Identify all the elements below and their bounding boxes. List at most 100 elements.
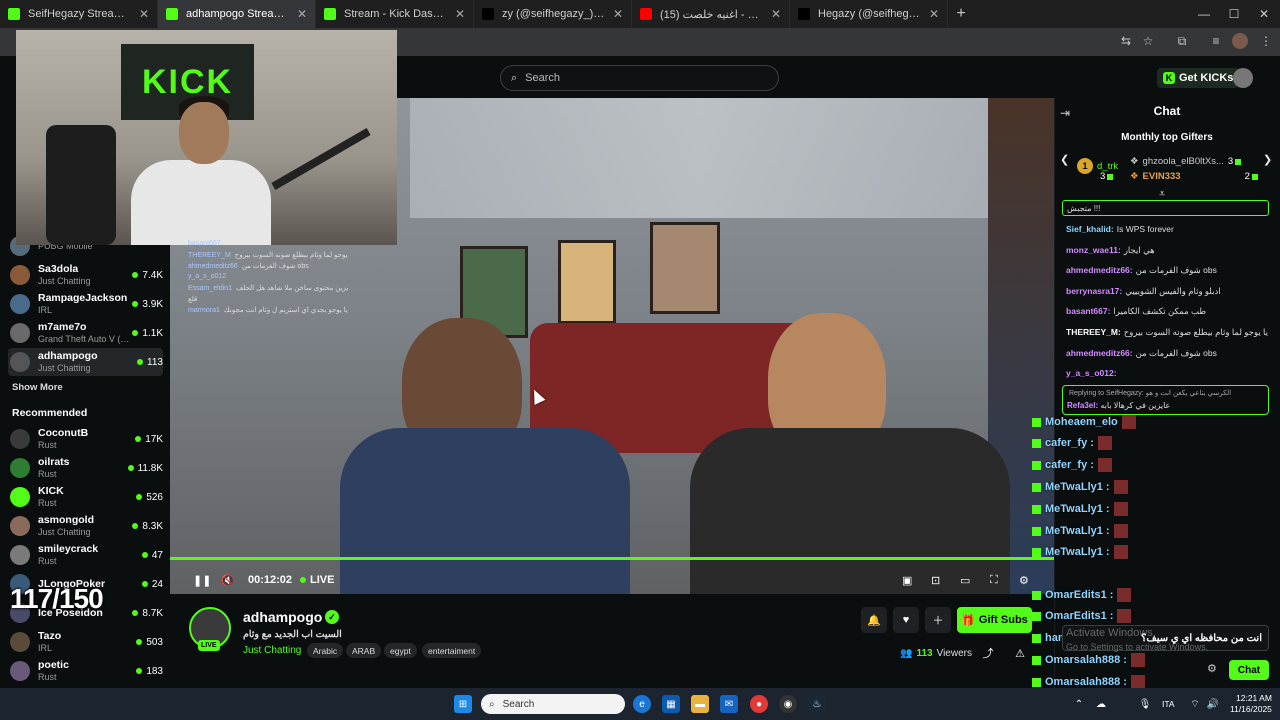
channel-text: adhampogo Just Chatting [38, 350, 137, 374]
browser-tab[interactable]: (15) احمد بتشان - اغنيه خلصت ✕ [632, 0, 790, 28]
tag-pill[interactable]: egypt [384, 643, 417, 658]
tray-cloud-icon[interactable]: ☁ [1092, 695, 1110, 713]
show-more-button[interactable]: Show More [12, 382, 63, 393]
stream-overlay-chat-line: MeTwaLly1 : [1032, 524, 1128, 538]
browser-tab-title: SeifHegazy Stream - Watch Live [28, 8, 133, 20]
report-icon[interactable]: ⚠ [1008, 641, 1032, 665]
chat-send-button[interactable]: Chat [1229, 660, 1269, 680]
input-language[interactable]: ITA [1162, 699, 1175, 709]
file-explorer-icon[interactable]: ▬ [691, 695, 709, 713]
live-dot-icon [136, 668, 143, 674]
user-avatar[interactable] [1233, 68, 1253, 88]
clip-icon[interactable]: ⊡ [931, 573, 940, 587]
theater-mode-icon[interactable]: ▭ [960, 573, 970, 587]
chat-username[interactable]: y_a_s_o012: [1066, 368, 1117, 378]
kick-badge-icon [1032, 633, 1041, 643]
tag-pill[interactable]: Arabic [307, 643, 344, 658]
chat-settings-icon[interactable]: ⚙ [1207, 662, 1217, 675]
window-close-button[interactable]: ✕ [1248, 0, 1280, 28]
extensions-icon[interactable]: ⧉ [1174, 33, 1190, 49]
window-maximize-button[interactable]: ☐ [1218, 0, 1250, 28]
follow-heart-icon[interactable]: ♥ [893, 607, 919, 633]
menu-dots-icon[interactable]: ⋮ [1258, 33, 1274, 49]
close-tab-icon[interactable]: ✕ [297, 7, 307, 21]
chat-username[interactable]: ahmedmeditz66: [1066, 348, 1133, 358]
mail-icon[interactable]: ✉ [720, 695, 738, 713]
chat-username[interactable]: basant667: [1066, 306, 1110, 316]
fullscreen-icon[interactable]: ⛶ [990, 573, 998, 587]
sidebar-channel-item[interactable]: m7ame7o Grand Theft Auto V (G... 1.1K [8, 319, 163, 347]
tray-mic-icon[interactable]: 🎙 [1136, 695, 1154, 713]
taskbar-clock[interactable]: 12:21 AM 11/16/2025 [1230, 693, 1272, 715]
chat-username[interactable]: berrynasra17: [1066, 286, 1122, 296]
close-tab-icon[interactable]: ✕ [613, 7, 623, 21]
chat-username[interactable]: ahmedmeditz66: [1066, 265, 1133, 275]
translate-icon[interactable]: ⇆ [1118, 33, 1134, 49]
search-icon: ⌕ [489, 698, 495, 710]
steam-icon[interactable]: ♨ [808, 695, 826, 713]
webcam-overlay: KICK [16, 30, 397, 245]
store-icon[interactable]: ▦ [662, 695, 680, 713]
media-icon[interactable]: ≡ [1208, 33, 1224, 49]
browser-tab[interactable]: adhampogo Stream - Watch Live ✕ [158, 0, 316, 28]
overlay-chat-text: قلع [188, 296, 198, 303]
pause-icon[interactable]: ❚❚ [193, 573, 211, 587]
tag-pill[interactable]: ARAB [346, 643, 382, 658]
browser-tab[interactable]: Stream - Kick Dashboard ✕ [316, 0, 474, 28]
live-dot-icon [300, 577, 306, 583]
sidebar-channel-item[interactable]: poetic Rust 183 [8, 657, 163, 685]
browser-tab[interactable]: SeifHegazy Stream - Watch Live ✕ [0, 0, 158, 28]
sidebar-channel-item[interactable]: Tazo IRL 503 [8, 628, 163, 656]
chat-text: شوف الفرمات من obs [1135, 265, 1217, 276]
windows-start-icon[interactable]: ⊞ [454, 695, 472, 713]
chat-username[interactable]: THEREEY_M: [1066, 327, 1121, 337]
search-input[interactable]: ⌕ Search [500, 65, 779, 91]
sidebar-channel-item[interactable]: Sa3dola Just Chatting 7.4K [8, 261, 163, 289]
close-tab-icon[interactable]: ✕ [139, 7, 149, 21]
settings-gear-icon[interactable]: ⚙ [1019, 573, 1029, 587]
volume-icon[interactable]: 🔊 [1204, 695, 1222, 713]
sidebar-channel-item[interactable]: KICK Rust 526 [8, 483, 163, 511]
browser-tab[interactable]: Hegazy (@seifhegazy_) | TikTok ✕ [790, 0, 948, 28]
add-icon[interactable]: ＋ [925, 607, 951, 633]
streamer-name[interactable]: adhampogo [243, 609, 322, 625]
obs-icon[interactable]: ◉ [779, 695, 797, 713]
chat-username[interactable]: monz_wae11: [1066, 245, 1121, 255]
sidebar-channel-item[interactable]: asmongold Just Chatting 8.3K [8, 512, 163, 540]
sidebar-channel-item[interactable]: oilrats Rust 11.8K [8, 454, 163, 482]
taskbar-search[interactable]: ⌕ Search [481, 694, 625, 714]
seek-bar[interactable] [170, 557, 1054, 560]
close-tab-icon[interactable]: ✕ [455, 7, 465, 21]
close-tab-icon[interactable]: ✕ [929, 7, 939, 21]
mute-icon[interactable]: 🔇 [221, 573, 235, 587]
window-minimize-button[interactable]: — [1188, 0, 1220, 28]
close-tab-icon[interactable]: ✕ [771, 7, 781, 21]
gaming-chair [46, 125, 116, 245]
bookmark-star-icon[interactable]: ☆ [1140, 33, 1156, 49]
notification-bell-icon[interactable]: 🔔 [861, 607, 887, 633]
profile-avatar[interactable] [1232, 33, 1248, 49]
wifi-icon[interactable]: ⌔ [1186, 695, 1204, 713]
gifters-next-icon[interactable]: ❯ [1263, 153, 1272, 166]
edge-browser-icon[interactable]: e [633, 695, 651, 713]
new-tab-button[interactable]: + [948, 0, 974, 28]
gifters-prev-icon[interactable]: ❮ [1060, 153, 1069, 166]
channel-viewers-value: 526 [146, 491, 163, 503]
chat-username[interactable]: Sief_khalid: [1066, 224, 1114, 234]
tray-chevron-icon[interactable]: ⌃ [1070, 695, 1088, 713]
overlay-chat-line: THEREEY_M يا يوجو لما وثام بيطلع صوته الس… [188, 251, 348, 262]
sidebar-channel-item[interactable]: smileycrack Rust 47 [8, 541, 163, 569]
share-icon[interactable]: ⤴ [976, 641, 1000, 665]
get-kicks-button[interactable]: K Get KICKs [1157, 68, 1240, 88]
sidebar-channel-item[interactable]: adhampogo Just Chatting 113 [8, 348, 163, 376]
kick-badge-icon [1032, 590, 1041, 600]
sidebar-channel-item[interactable]: RampageJackson IRL 3.9K [8, 290, 163, 318]
gift-subs-button[interactable]: 🎁 Gift Subs [957, 607, 1032, 633]
tag-pill[interactable]: entertaiment [422, 643, 482, 658]
browser-tab[interactable]: zy (@seifhegazy_) | TikTok(+99) ✕ [474, 0, 632, 28]
sidebar-channel-item[interactable]: CoconutB Rust 17K [8, 425, 163, 453]
stream-category-link[interactable]: Just Chatting [243, 645, 301, 656]
chrome-icon[interactable]: ● [750, 695, 768, 713]
pip-icon[interactable]: ▣ [902, 573, 912, 587]
kick-badge-icon [1032, 417, 1041, 427]
